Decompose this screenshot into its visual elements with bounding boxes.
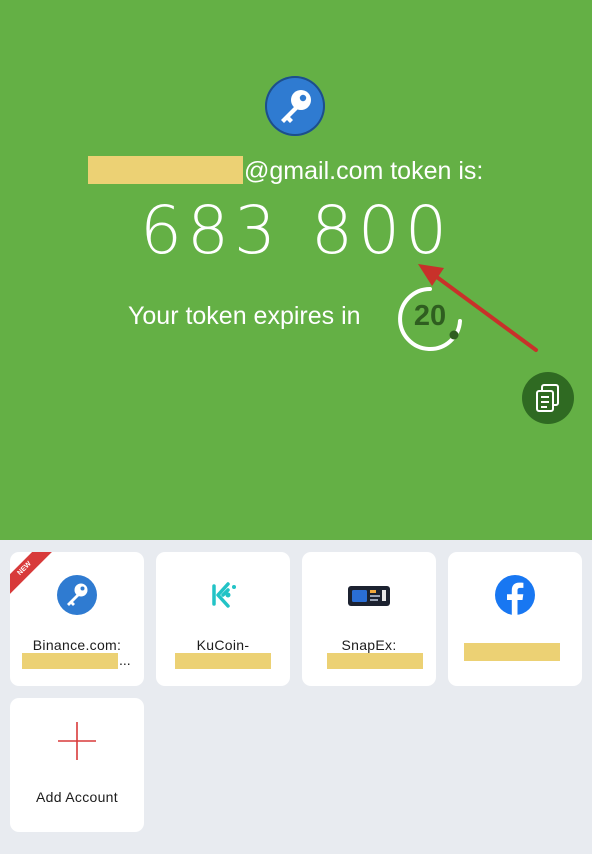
account-label: KuCoin- [196,637,250,653]
ellipsis-text: ... [119,652,131,668]
copy-token-button[interactable] [522,372,574,424]
token-account-line: @gmail.com token is: [88,156,528,186]
add-account-button[interactable]: Add Account [10,698,144,832]
kucoin-logo-icon [212,582,236,608]
key-icon [265,76,325,136]
redacted-account-name [327,653,423,669]
plus-icon [58,722,96,760]
redacted-account-name [175,653,271,669]
token-code: 683 800 [0,192,592,269]
account-card-binance[interactable]: NEW Binance.com: ... [10,552,144,686]
account-card-facebook[interactable] [448,552,582,686]
token-code-part1: 683 [140,192,281,269]
snapex-logo-icon [348,586,390,606]
add-account-label: Add Account [36,789,118,805]
facebook-logo-icon [495,575,535,615]
annotation-arrow-icon [418,264,538,352]
redacted-account-name [464,643,560,661]
new-badge: NEW [10,552,55,599]
token-code-part2: 800 [311,192,452,269]
email-suffix: @gmail.com token is: [244,157,484,185]
account-card-snapex[interactable]: SnapEx: [302,552,436,686]
redacted-account-name [22,653,118,669]
expires-label: Your token expires in [128,302,361,330]
account-label: Binance.com: [32,637,122,653]
account-label: SnapEx: [341,637,397,653]
redacted-email [88,156,243,184]
account-card-kucoin[interactable]: KuCoin- [156,552,290,686]
key-icon [57,575,97,615]
token-panel: @gmail.com token is: 683 800 Your token e… [0,0,592,540]
copy-icon [536,384,559,412]
